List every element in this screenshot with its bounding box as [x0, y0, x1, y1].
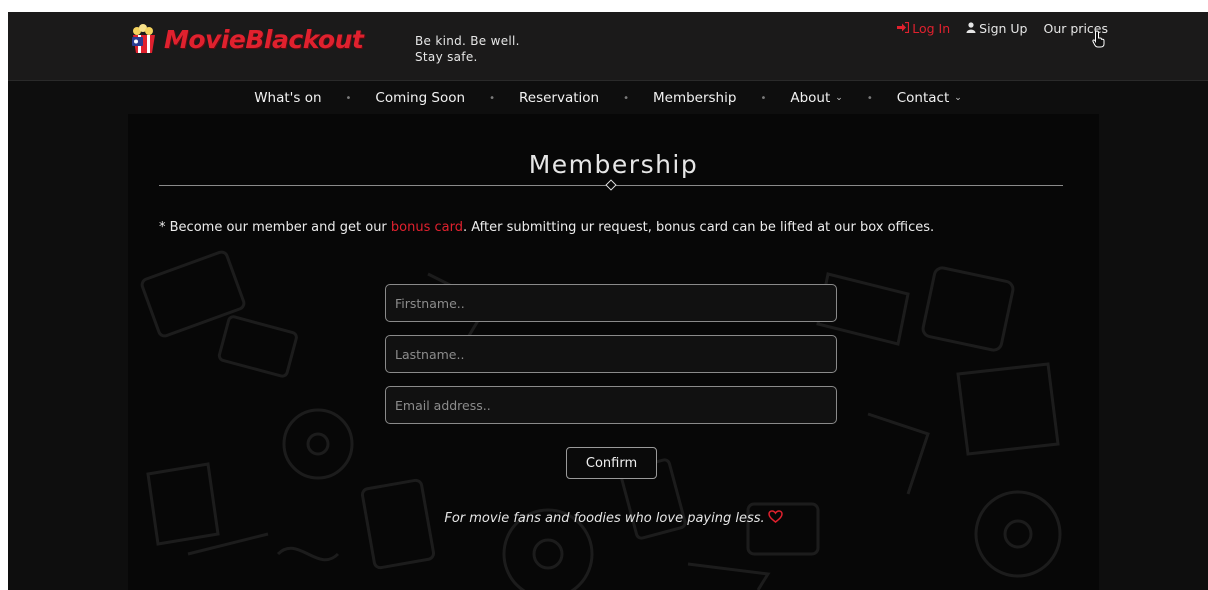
- hand-cursor-icon: [1092, 30, 1106, 48]
- nav-label: Reservation: [518, 90, 600, 106]
- email-input[interactable]: [385, 386, 837, 424]
- intro-suffix: . After submitting ur request, bonus car…: [462, 220, 935, 235]
- heart-icon: [767, 510, 783, 527]
- nav-separator: •: [489, 92, 495, 104]
- bonus-card-highlight: bonus card: [390, 220, 463, 235]
- tagline: Be kind. Be well. Stay safe.: [415, 33, 520, 65]
- diamond-ornament-icon: [605, 179, 617, 191]
- confirm-button[interactable]: Confirm: [566, 447, 657, 479]
- login-link[interactable]: Log In: [897, 21, 950, 36]
- brand-name: MovieBlackout: [164, 24, 364, 54]
- signup-label: Sign Up: [979, 21, 1028, 36]
- nav-label: What's on: [254, 90, 322, 106]
- page-title: Membership: [528, 150, 699, 179]
- lastname-input[interactable]: [385, 335, 837, 373]
- membership-intro: * Become our member and get our bonus ca…: [159, 220, 934, 235]
- nav-item-reservation[interactable]: Reservation: [515, 90, 603, 106]
- firstname-input[interactable]: [385, 284, 837, 322]
- nav-separator: •: [345, 92, 352, 104]
- nav-item-about[interactable]: About ⌄: [786, 90, 846, 106]
- nav-label: Contact: [896, 90, 950, 106]
- brand-logo[interactable]: MovieBlackout: [128, 22, 364, 56]
- nav-item-membership[interactable]: Membership: [649, 90, 740, 106]
- nav-separator: •: [623, 92, 629, 104]
- nav-separator: •: [760, 92, 767, 104]
- sign-in-icon: [897, 21, 910, 36]
- main-nav: What's on • Coming Soon • Reservation • …: [8, 82, 1208, 114]
- chevron-down-icon: ⌄: [835, 93, 843, 103]
- intro-prefix: * Become our member and get our: [159, 220, 391, 235]
- membership-panel: Membership * Become our member and get o…: [128, 114, 1099, 590]
- nav-label: About: [790, 90, 831, 106]
- nav-item-contact[interactable]: Contact ⌄: [893, 90, 966, 106]
- chevron-down-icon: ⌄: [954, 93, 962, 103]
- page-frame: MovieBlackout Be kind. Be well. Stay saf…: [8, 12, 1208, 590]
- nav-separator: •: [866, 92, 873, 104]
- nav-item-whats-on[interactable]: What's on: [250, 90, 325, 106]
- footer-note-text: For movie fans and foodies who love payi…: [444, 511, 765, 526]
- signup-link[interactable]: Sign Up: [966, 21, 1028, 36]
- tagline-line-2: Stay safe.: [415, 50, 478, 64]
- tagline-line-1: Be kind. Be well.: [415, 34, 520, 48]
- user-links: Log In Sign Up Our prices: [897, 21, 1108, 36]
- nav-label: Coming Soon: [375, 90, 466, 106]
- user-icon: [966, 21, 976, 36]
- top-bar: MovieBlackout Be kind. Be well. Stay saf…: [8, 12, 1208, 81]
- nav-label: Membership: [652, 90, 737, 106]
- login-label: Log In: [912, 21, 951, 36]
- nav-item-coming-soon[interactable]: Coming Soon: [371, 90, 469, 106]
- footer-note: For movie fans and foodies who love payi…: [128, 510, 1099, 527]
- popcorn-icon: [128, 23, 160, 55]
